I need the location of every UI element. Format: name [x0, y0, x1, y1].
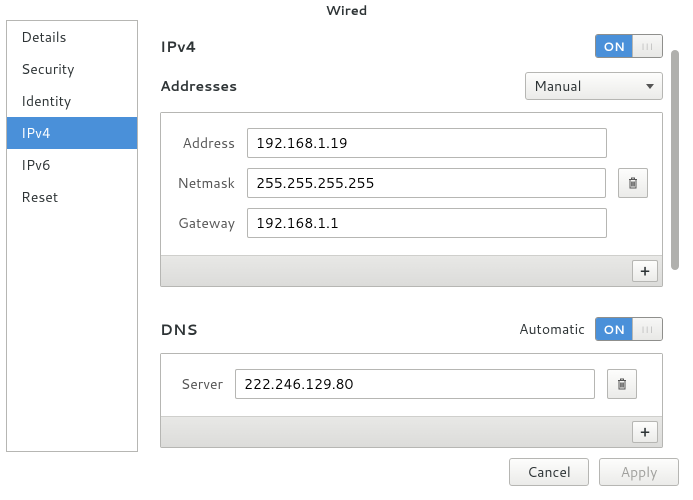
add-dns-button[interactable]: +	[632, 421, 658, 443]
trash-icon	[615, 377, 629, 391]
gateway-input[interactable]	[247, 208, 607, 238]
sidebar-item-security[interactable]: Security	[7, 53, 137, 85]
scrollbar[interactable]	[671, 50, 681, 350]
dns-toggle-label: ON	[596, 318, 632, 340]
address-label: Address	[175, 133, 235, 153]
netmask-input[interactable]	[247, 168, 606, 198]
address-input[interactable]	[247, 128, 607, 158]
toggle-knob-icon: III	[632, 318, 662, 340]
dns-server-label: Server	[175, 374, 223, 394]
addresses-title: Addresses	[160, 76, 237, 96]
addresses-panel: Address Netmask Gateway	[160, 112, 663, 287]
add-address-button[interactable]: +	[632, 260, 658, 282]
dns-title: DNS	[160, 319, 198, 340]
ipv4-toggle[interactable]: ON III	[595, 34, 663, 58]
dns-automatic-label: Automatic	[519, 319, 585, 339]
sidebar-item-details[interactable]: Details	[7, 21, 137, 53]
chevron-down-icon	[646, 84, 654, 89]
main-panel: IPv4 ON III Addresses Manual Address	[138, 20, 689, 452]
apply-button[interactable]: Apply	[599, 458, 679, 486]
scrollbar-thumb[interactable]	[671, 50, 679, 270]
cancel-button[interactable]: Cancel	[509, 458, 589, 486]
netmask-label: Netmask	[175, 173, 235, 193]
ipv4-title: IPv4	[160, 36, 197, 57]
window-title: Wired	[0, 0, 693, 20]
dns-server-input[interactable]	[235, 369, 595, 399]
gateway-label: Gateway	[175, 213, 235, 233]
delete-address-button[interactable]	[618, 168, 648, 198]
dns-panel: Server +	[160, 353, 663, 448]
delete-dns-button[interactable]	[607, 369, 637, 399]
trash-icon	[626, 176, 640, 190]
action-bar: Cancel Apply	[0, 452, 693, 492]
addresses-mode-value: Manual	[534, 76, 581, 96]
sidebar-item-ipv4[interactable]: IPv4	[7, 117, 137, 149]
sidebar-item-ipv6[interactable]: IPv6	[7, 149, 137, 181]
toggle-knob-icon: III	[632, 35, 662, 57]
ipv4-toggle-label: ON	[596, 35, 632, 57]
addresses-mode-dropdown[interactable]: Manual	[525, 72, 663, 100]
sidebar: Details Security Identity IPv4 IPv6 Rese…	[6, 20, 138, 452]
sidebar-item-identity[interactable]: Identity	[7, 85, 137, 117]
dns-automatic-toggle[interactable]: ON III	[595, 317, 663, 341]
sidebar-item-reset[interactable]: Reset	[7, 181, 137, 213]
